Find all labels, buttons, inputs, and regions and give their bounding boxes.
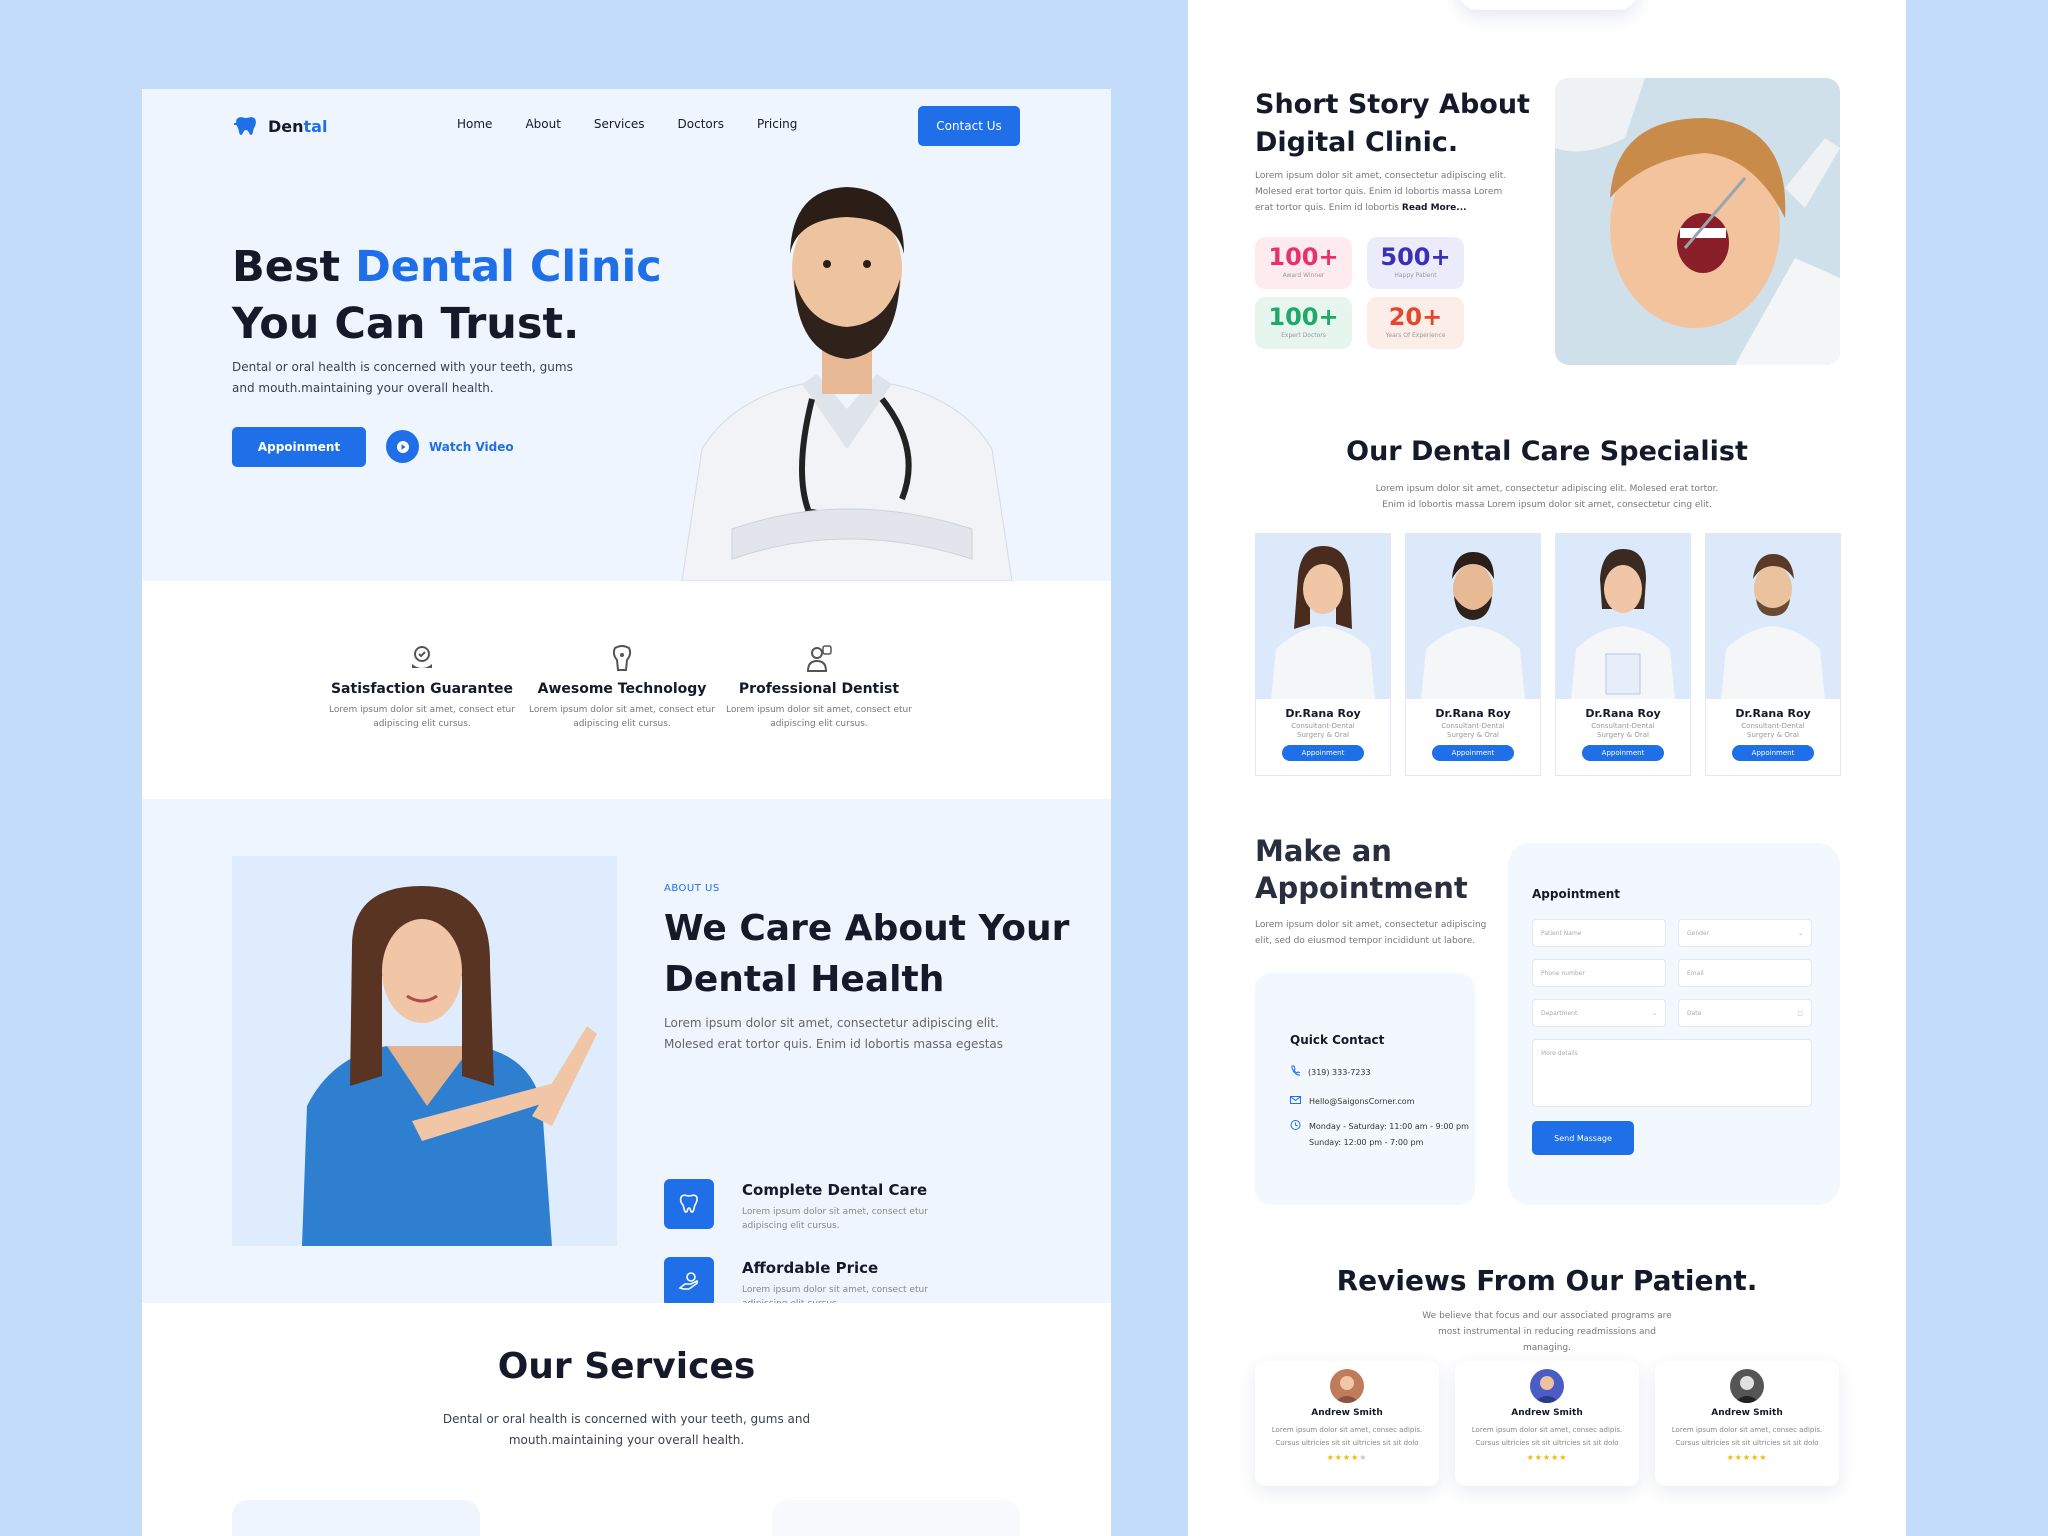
read-more-link[interactable]: Read More... <box>1402 203 1467 213</box>
details-textarea[interactable]: More details <box>1532 1039 1812 1107</box>
avatar <box>1530 1369 1564 1403</box>
chevron-down-icon: ⌄ <box>1651 1010 1657 1017</box>
landing-page-left: Dental Home About Services Doctors Prici… <box>142 89 1111 1536</box>
main-nav: Home About Services Doctors Pricing <box>457 117 797 131</box>
tooth-icon <box>679 1194 698 1213</box>
doctor-appointment-button[interactable]: Appoinment <box>1432 745 1514 761</box>
appointment-description: Lorem ipsum dolor sit amet, consectetur … <box>1255 920 1487 946</box>
stat-experience: 20+ Years Of Experience <box>1367 297 1464 349</box>
nav-home[interactable]: Home <box>457 117 492 131</box>
tooth-icon <box>234 117 256 135</box>
features-section: Satisfaction Guarantee Lorem ipsum dolor… <box>142 581 1111 799</box>
watch-video-label: Watch Video <box>429 439 514 454</box>
about-item-complete-care: Complete Dental Care Lorem ipsum dolor si… <box>664 1179 932 1233</box>
quick-contact-title: Quick Contact <box>1290 1033 1385 1047</box>
doctor-photo <box>1706 534 1840 699</box>
price-icon <box>678 1272 699 1290</box>
about-title: We Care About Your Dental Health <box>664 908 1070 1000</box>
nav-services[interactable]: Services <box>594 117 645 131</box>
patient-name-input[interactable]: Patient Name <box>1532 919 1666 947</box>
nav-about[interactable]: About <box>525 117 560 131</box>
doctor-appointment-button[interactable]: Appoinment <box>1582 745 1664 761</box>
appointment-title: Make an Appointment <box>1255 834 1468 905</box>
email-input[interactable]: Email <box>1678 959 1812 987</box>
doctor-appointment-button[interactable]: Appoinment <box>1282 745 1364 761</box>
doctor-photo <box>1556 534 1690 699</box>
reviews-title: Reviews From Our Patient. <box>1336 1264 1758 1297</box>
specialist-card: Dr.Rana Roy Consultant-Dental Surgery & O… <box>1555 533 1691 776</box>
play-icon <box>386 430 419 463</box>
nurse-photo <box>232 856 617 1246</box>
top-card-edge <box>1458 0 1638 10</box>
doctor-photo <box>1256 534 1390 699</box>
rating-stars: ★★★★★ <box>1526 1453 1568 1462</box>
watch-video-link[interactable]: Watch Video <box>386 430 514 463</box>
technology-icon <box>612 645 632 671</box>
specialist-card: Dr.Rana Roy Consultant-Dental Surgery & O… <box>1705 533 1841 776</box>
stat-award: 100+ Award Winner <box>1255 237 1352 289</box>
review-card: Andrew Smith Lorem ipsum dolor sit amet,… <box>1655 1361 1839 1486</box>
contact-us-button[interactable]: Contact Us <box>918 106 1020 146</box>
dentist-icon <box>806 645 832 672</box>
mail-icon <box>1290 1096 1301 1104</box>
hero-section: Dental Home About Services Doctors Prici… <box>142 89 1111 581</box>
rating-stars: ★★★★★ <box>1726 1453 1768 1462</box>
nav-doctors[interactable]: Doctors <box>678 117 724 131</box>
about-section: ABOUT US We Care About Your Dental Healt… <box>142 799 1111 1309</box>
doctor-photo <box>1406 534 1540 699</box>
stat-patients: 500+ Happy Patient <box>1367 237 1464 289</box>
review-card: Andrew Smith Lorem ipsum dolor sit amet,… <box>1455 1361 1639 1486</box>
brand-name: Dental <box>268 116 328 136</box>
reviews-description: We believe that focus and our associated… <box>1422 1311 1672 1353</box>
landing-page-right: Short Story About Digital Clinic. Lorem … <box>1188 0 1906 1536</box>
feature-dentist: Professional Dentist Lorem ipsum dolor s… <box>719 641 919 731</box>
satisfaction-icon <box>412 646 432 668</box>
specialist-card: Dr.Rana Roy Consultant-Dental Surgery & O… <box>1405 533 1541 776</box>
appointment-form: Appointment Patient Name Gender ⌄ Phone n… <box>1508 843 1840 1205</box>
feature-technology: Awesome Technology Lorem ipsum dolor sit… <box>522 641 722 731</box>
rating-stars: ★★★★★ <box>1326 1453 1368 1462</box>
nav-pricing[interactable]: Pricing <box>757 117 797 131</box>
clock-icon <box>1290 1120 1301 1130</box>
quick-contact-card: Quick Contact (319) 333-7233 Hello@Saigo… <box>1255 973 1475 1205</box>
services-section: Our Services Dental or oral health is co… <box>142 1303 1111 1536</box>
gender-select[interactable]: Gender ⌄ <box>1678 919 1812 947</box>
appointment-button[interactable]: Appoinment <box>232 427 366 467</box>
contact-hours: Monday - Saturday: 11:00 am - 9:00 pm Sun… <box>1290 1119 1469 1151</box>
send-message-button[interactable]: Send Massage <box>1532 1121 1634 1155</box>
hero-description: Dental or oral health is concerned with … <box>232 360 573 395</box>
story-title: Short Story About Digital Clinic. <box>1255 89 1530 158</box>
review-card: Andrew Smith Lorem ipsum dolor sit amet,… <box>1255 1361 1439 1486</box>
contact-phone[interactable]: (319) 333-7233 <box>1290 1065 1371 1081</box>
about-tag: ABOUT US <box>664 883 720 894</box>
date-input[interactable]: Date ▢ <box>1678 999 1812 1027</box>
avatar <box>1330 1369 1364 1403</box>
doctor-appointment-button[interactable]: Appoinment <box>1732 745 1814 761</box>
logo[interactable]: Dental <box>232 115 327 137</box>
story-description: Lorem ipsum dolor sit amet, consectetur … <box>1255 171 1507 213</box>
stat-doctors: 100+ Expert Doctors <box>1255 297 1352 349</box>
avatar <box>1730 1369 1764 1403</box>
service-card[interactable] <box>232 1500 480 1536</box>
department-select[interactable]: Department ⌄ <box>1532 999 1666 1027</box>
specialists-title: Our Dental Care Specialist <box>1346 436 1748 467</box>
calendar-icon: ▢ <box>1797 1010 1803 1017</box>
service-card[interactable] <box>772 1500 1020 1536</box>
feature-satisfaction: Satisfaction Guarantee Lorem ipsum dolor… <box>322 641 522 731</box>
about-description: Lorem ipsum dolor sit amet, consectetur … <box>664 1016 1004 1051</box>
phone-input[interactable]: Phone number <box>1532 959 1666 987</box>
specialists-description: Lorem ipsum dolor sit amet, consectetur … <box>1375 484 1719 510</box>
phone-icon <box>1291 1065 1300 1076</box>
services-title: Our Services <box>497 1346 756 1387</box>
doctor-portrait <box>681 187 1013 581</box>
patient-photo <box>1555 78 1840 365</box>
contact-email[interactable]: Hello@SaigonsCorner.com <box>1290 1094 1415 1110</box>
chevron-down-icon: ⌄ <box>1797 930 1803 937</box>
services-description: Dental or oral health is concerned with … <box>442 1412 811 1447</box>
hero-title: Best Dental Clinic You Can Trust. <box>232 242 662 349</box>
form-title: Appointment <box>1532 887 1621 901</box>
specialist-card: Dr.Rana Roy Consultant-Dental Surgery & O… <box>1255 533 1391 776</box>
